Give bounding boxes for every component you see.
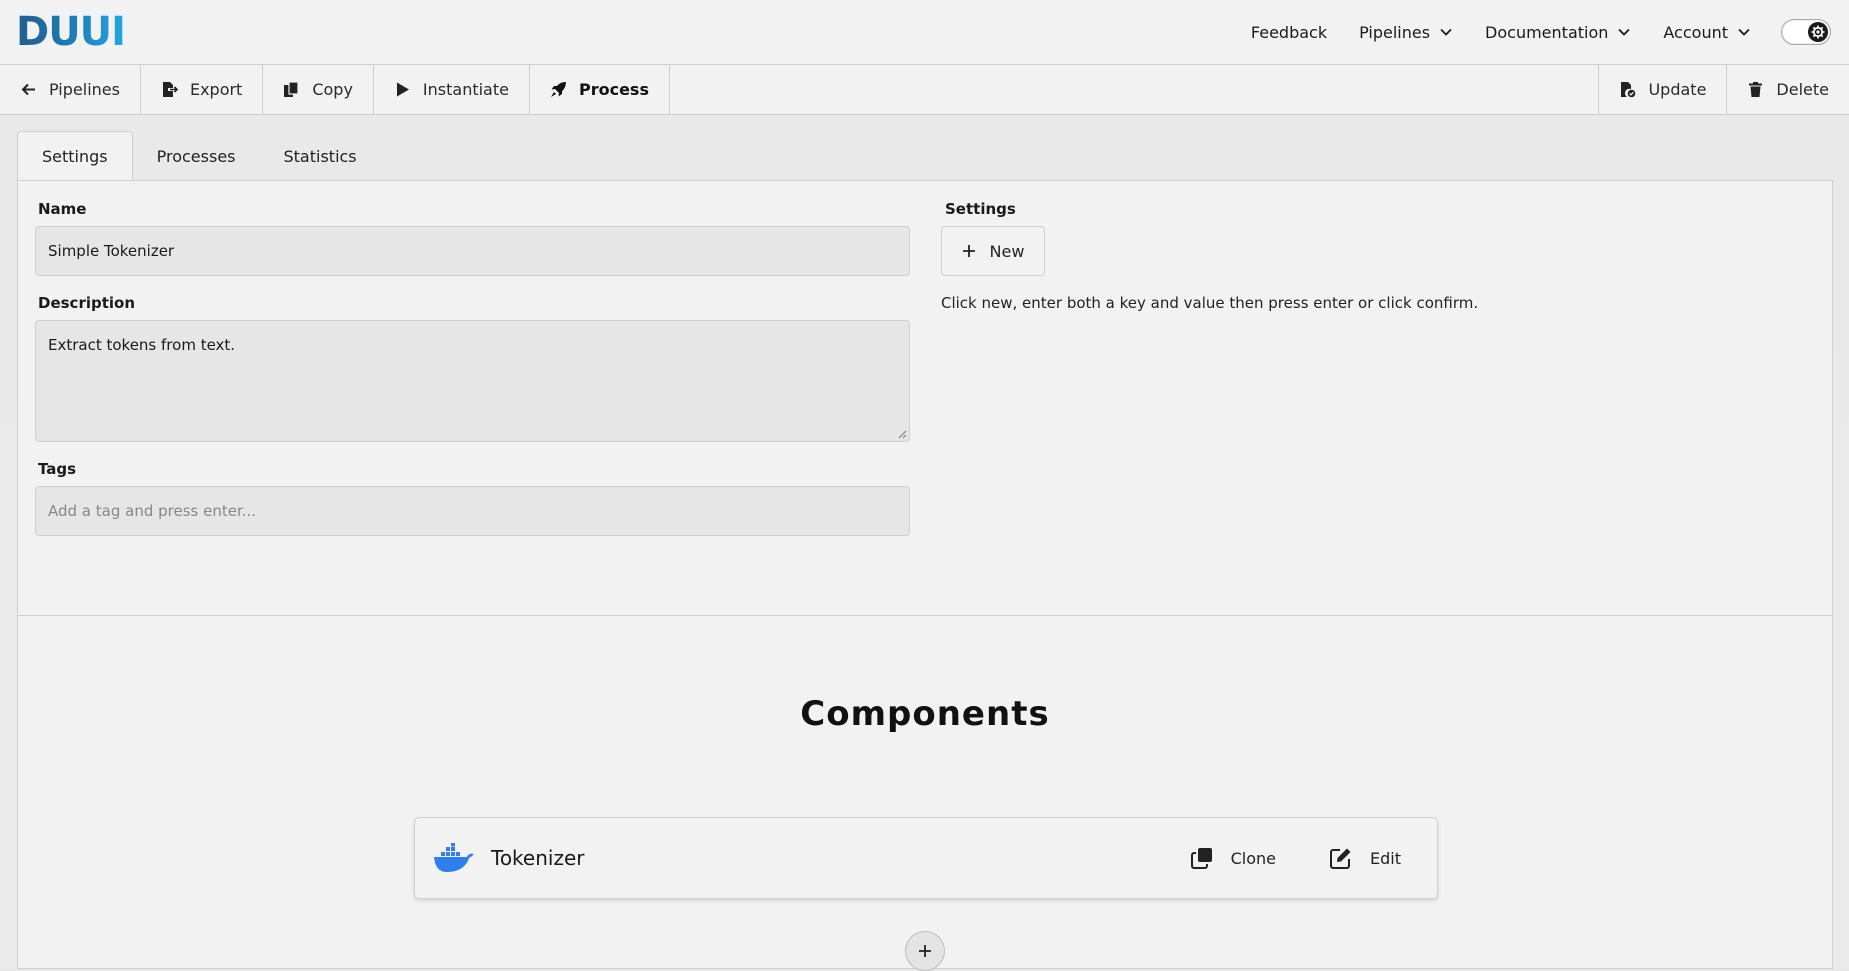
instantiate-button[interactable]: Instantiate bbox=[374, 65, 530, 114]
tab-statistics-label: Statistics bbox=[283, 146, 357, 166]
edit-component-button[interactable]: Edit bbox=[1330, 847, 1401, 869]
description-label: Description bbox=[38, 294, 136, 312]
tab-processes[interactable]: Processes bbox=[133, 131, 260, 181]
settings-label: Settings bbox=[945, 200, 1016, 218]
logo-text: DUUI bbox=[16, 9, 126, 55]
file-check-icon bbox=[1621, 82, 1636, 98]
tab-settings-label: Settings bbox=[42, 147, 108, 166]
components-title: Components bbox=[800, 694, 1050, 734]
tags-label: Tags bbox=[38, 460, 77, 478]
nav-pipelines-dropdown[interactable]: Pipelines bbox=[1359, 23, 1453, 42]
back-to-pipelines-button[interactable]: Pipelines bbox=[0, 65, 141, 114]
nav-feedback[interactable]: Feedback bbox=[1251, 23, 1327, 42]
top-navbar: DUUI Feedback Pipelines Documentation Ac… bbox=[0, 0, 1849, 65]
update-label: Update bbox=[1648, 80, 1707, 99]
export-label: Export bbox=[189, 80, 243, 99]
tab-statistics[interactable]: Statistics bbox=[260, 131, 381, 181]
tags-input[interactable] bbox=[35, 486, 910, 536]
nav-documentation-dropdown[interactable]: Documentation bbox=[1485, 23, 1631, 42]
name-label: Name bbox=[38, 200, 87, 218]
logo[interactable]: DUUI bbox=[16, 0, 126, 64]
resize-grip-icon[interactable] bbox=[897, 429, 907, 439]
pipeline-tabs: Settings Processes Statistics bbox=[17, 131, 381, 181]
copy-label: Copy bbox=[312, 80, 353, 99]
nav-feedback-label: Feedback bbox=[1250, 22, 1328, 42]
new-setting-button[interactable]: New bbox=[941, 226, 1045, 276]
copy-icon bbox=[284, 81, 299, 97]
process-label: Process bbox=[578, 80, 649, 99]
theme-toggle[interactable] bbox=[1781, 19, 1831, 45]
edit-label: Edit bbox=[1370, 848, 1401, 868]
settings-form-section: Name Description Extract tokens from tex… bbox=[18, 181, 1832, 616]
gear-icon bbox=[1811, 25, 1825, 39]
plus-icon bbox=[962, 245, 975, 257]
nav-pipelines-label: Pipelines bbox=[1359, 22, 1431, 42]
tab-processes-label: Processes bbox=[156, 146, 236, 166]
chevron-down-icon bbox=[1618, 28, 1631, 36]
update-button[interactable]: Update bbox=[1598, 65, 1726, 114]
edit-icon bbox=[1330, 848, 1351, 869]
theme-toggle-knob bbox=[1808, 22, 1828, 42]
rocket-icon bbox=[550, 82, 566, 97]
play-icon bbox=[396, 82, 409, 97]
pipeline-toolbar: Pipelines Export Copy Instantiate Proces… bbox=[0, 65, 1849, 115]
delete-button[interactable]: Delete bbox=[1726, 65, 1849, 114]
tab-settings[interactable]: Settings bbox=[17, 131, 133, 181]
component-name: Tokenizer bbox=[491, 846, 585, 870]
chevron-down-icon bbox=[1440, 28, 1452, 36]
instantiate-label: Instantiate bbox=[422, 80, 509, 99]
file-export-icon bbox=[162, 82, 178, 97]
arrow-left-icon bbox=[21, 83, 35, 96]
nav-documentation-label: Documentation bbox=[1485, 22, 1609, 42]
clone-component-button[interactable]: Clone bbox=[1190, 847, 1277, 869]
add-component-button[interactable] bbox=[905, 931, 945, 971]
trash-icon bbox=[1749, 82, 1763, 97]
process-button[interactable]: Process bbox=[530, 65, 670, 114]
nav-account-dropdown[interactable]: Account bbox=[1663, 23, 1751, 42]
delete-label: Delete bbox=[1776, 80, 1829, 99]
chevron-down-icon bbox=[1738, 28, 1750, 36]
new-setting-label: New bbox=[989, 241, 1025, 261]
clone-icon bbox=[1190, 848, 1212, 869]
component-card[interactable]: Tokenizer Clone Edit bbox=[414, 817, 1438, 899]
nav-account-label: Account bbox=[1663, 22, 1728, 42]
back-to-pipelines-label: Pipelines bbox=[49, 80, 120, 99]
plus-icon bbox=[919, 945, 931, 957]
copy-button[interactable]: Copy bbox=[263, 65, 374, 114]
settings-hint: Click new, enter both a key and value th… bbox=[941, 294, 1479, 312]
clone-label: Clone bbox=[1230, 848, 1277, 868]
name-input[interactable] bbox=[35, 226, 910, 276]
docker-icon bbox=[434, 843, 474, 872]
export-button[interactable]: Export bbox=[141, 65, 264, 114]
description-textarea[interactable]: Extract tokens from text. bbox=[35, 320, 910, 442]
settings-panel: Name Description Extract tokens from tex… bbox=[17, 180, 1833, 971]
